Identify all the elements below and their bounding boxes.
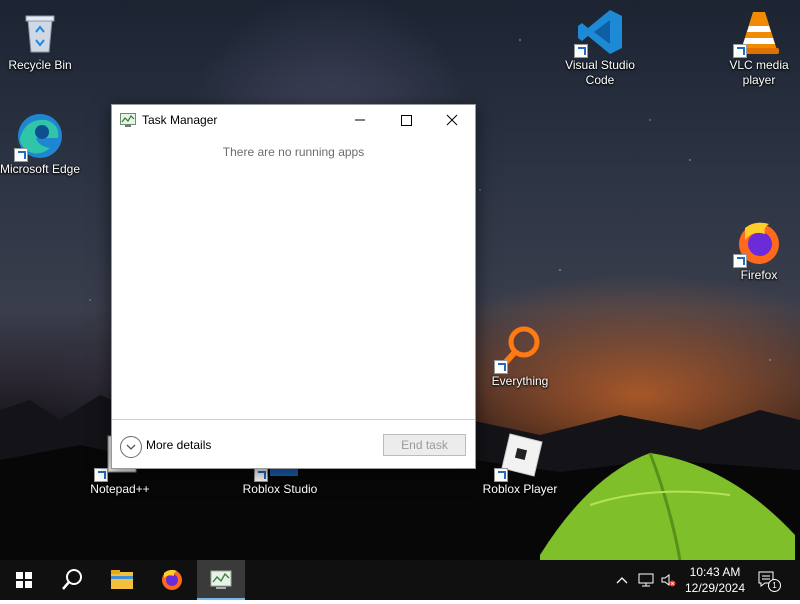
desktop: Recycle Bin Microsoft Edge Visual Studio…	[0, 0, 800, 560]
file-explorer-icon	[111, 570, 133, 589]
vlc-label: VLC media player	[729, 58, 789, 87]
firefox-icon	[162, 569, 182, 590]
edge-desktop-icon[interactable]: Microsoft Edge	[0, 112, 85, 177]
volume-muted-icon[interactable]	[660, 572, 676, 588]
chevron-up-icon[interactable]	[614, 572, 630, 588]
everything-desktop-icon[interactable]: Everything	[475, 324, 565, 389]
shortcut-arrow-icon	[494, 360, 508, 374]
vscode-desktop-icon[interactable]: Visual Studio Code	[555, 8, 645, 88]
search-button[interactable]	[48, 560, 96, 600]
task-manager-taskbar-button[interactable]	[197, 560, 245, 600]
vlc-desktop-icon[interactable]: VLC media player	[714, 8, 800, 88]
windows-start-icon	[16, 572, 32, 588]
title-bar[interactable]: Task Manager	[112, 105, 475, 135]
file-explorer-button[interactable]	[98, 560, 146, 600]
window-title: Task Manager	[142, 113, 218, 127]
clock-date: 12/29/2024	[684, 581, 746, 595]
firefox-label: Firefox	[740, 268, 778, 282]
maximize-button[interactable]	[383, 105, 429, 135]
shortcut-arrow-icon	[574, 44, 588, 58]
roblox-player-label: Roblox Player	[482, 482, 558, 496]
recycle-bin-desktop-icon[interactable]: Recycle Bin	[0, 8, 85, 73]
clock-time: 10:43 AM	[689, 565, 741, 579]
roblox-studio-label: Roblox Studio	[242, 482, 318, 496]
window-footer: More details End task	[112, 419, 475, 469]
no-running-apps-message: There are no running apps	[222, 145, 365, 159]
shortcut-arrow-icon	[94, 468, 108, 482]
end-task-button[interactable]: End task	[383, 434, 466, 456]
recycle-bin-icon	[25, 15, 55, 53]
minimize-icon	[355, 119, 365, 121]
start-button[interactable]	[0, 560, 48, 600]
network-icon[interactable]	[638, 572, 654, 588]
firefox-taskbar-button[interactable]	[148, 560, 196, 600]
clock[interactable]: 10:43 AM 12/29/2024	[680, 564, 750, 596]
close-icon	[446, 114, 458, 126]
shortcut-arrow-icon	[733, 254, 747, 268]
recycle-bin-label: Recycle Bin	[8, 58, 72, 72]
everything-label: Everything	[491, 374, 549, 388]
task-manager-icon	[210, 570, 232, 589]
minimize-button[interactable]	[337, 105, 383, 135]
shortcut-arrow-icon	[494, 468, 508, 482]
task-manager-icon	[120, 113, 136, 127]
edge-label: Microsoft Edge	[0, 162, 81, 176]
wallpaper-tent	[540, 452, 795, 560]
shortcut-arrow-icon	[254, 468, 268, 482]
taskbar: 10:43 AM 12/29/2024 1	[0, 560, 800, 600]
shortcut-arrow-icon	[14, 148, 28, 162]
action-center-button[interactable]: 1	[757, 570, 781, 592]
more-details-expand-button[interactable]	[120, 436, 142, 458]
task-manager-window[interactable]: Task Manager There are no running apps M…	[111, 104, 476, 469]
search-icon	[62, 569, 82, 590]
more-details-link[interactable]: More details	[146, 438, 211, 452]
notification-badge: 1	[768, 579, 781, 592]
firefox-desktop-icon[interactable]: Firefox	[714, 218, 800, 283]
roblox-player-desktop-icon[interactable]: Roblox Player	[475, 432, 565, 497]
shortcut-arrow-icon	[733, 44, 747, 58]
close-button[interactable]	[429, 105, 475, 135]
maximize-icon	[401, 115, 412, 126]
vscode-label: Visual Studio Code	[565, 58, 635, 87]
notepadpp-label: Notepad++	[90, 482, 150, 496]
chevron-down-icon	[126, 444, 136, 450]
